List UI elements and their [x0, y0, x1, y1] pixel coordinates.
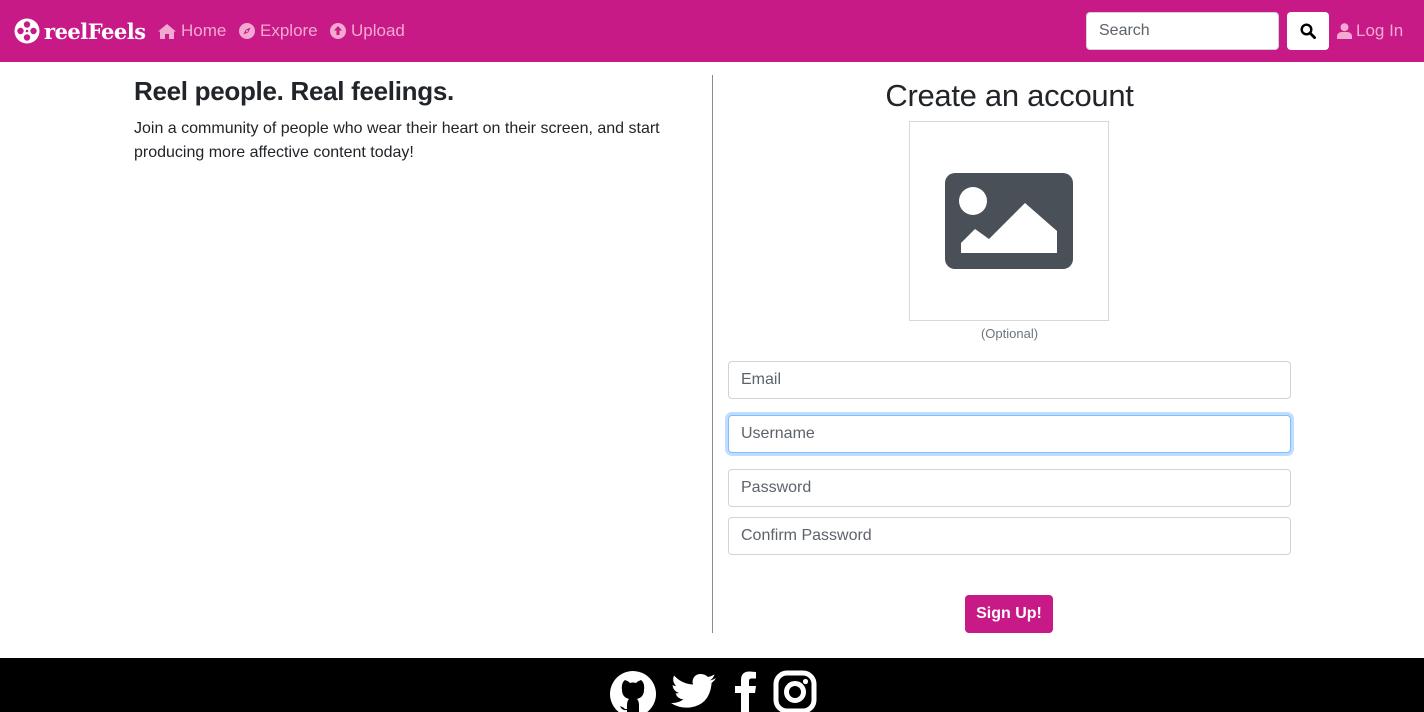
user-icon	[1337, 23, 1352, 39]
instagram-link[interactable]	[773, 670, 817, 712]
confirm-password-field[interactable]	[728, 517, 1291, 555]
home-icon	[158, 23, 176, 39]
footer	[0, 658, 1424, 712]
github-icon	[610, 671, 656, 712]
nav-home-label: Home	[181, 21, 227, 40]
nav-upload-label: Upload	[351, 21, 405, 40]
navbar: reelFeels Home Explore Upload Search Log…	[0, 0, 1424, 62]
search-input[interactable]	[1086, 12, 1279, 50]
hero-title: Reel people. Real feelings.	[134, 76, 454, 106]
brand-name: reelFeels	[44, 18, 146, 44]
facebook-icon	[735, 671, 756, 712]
nav-explore-label: Explore	[260, 21, 318, 40]
nav-explore-link[interactable]: Explore	[239, 19, 318, 43]
facebook-link[interactable]	[732, 670, 762, 712]
username-field[interactable]	[728, 415, 1291, 453]
avatar-optional-note: (Optional)	[980, 326, 1039, 341]
sign-up-button[interactable]: Sign Up!	[965, 595, 1053, 633]
nav-home-link[interactable]: Home	[158, 19, 226, 43]
login-label: Log In	[1356, 21, 1404, 40]
github-link[interactable]	[609, 670, 657, 712]
film-reel-icon	[14, 18, 40, 44]
compass-icon	[239, 23, 255, 39]
login-link[interactable]: Log In	[1337, 19, 1403, 43]
avatar-upload[interactable]	[909, 121, 1109, 321]
hero-text: Join a community of people who wear thei…	[134, 120, 660, 161]
twitter-link[interactable]	[670, 670, 718, 712]
search-button[interactable]	[1287, 12, 1329, 50]
email-field[interactable]	[728, 361, 1291, 399]
upload-arrow-icon	[330, 23, 346, 39]
image-placeholder-icon	[945, 173, 1073, 269]
password-field[interactable]	[728, 469, 1291, 507]
column-divider	[712, 75, 713, 633]
twitter-icon	[671, 673, 716, 708]
nav-upload-link[interactable]: Upload	[330, 19, 405, 43]
brand[interactable]: reelFeels	[14, 16, 146, 46]
form-title: Create an account	[885, 78, 1134, 113]
search-icon	[1300, 23, 1316, 39]
instagram-icon	[773, 670, 817, 712]
